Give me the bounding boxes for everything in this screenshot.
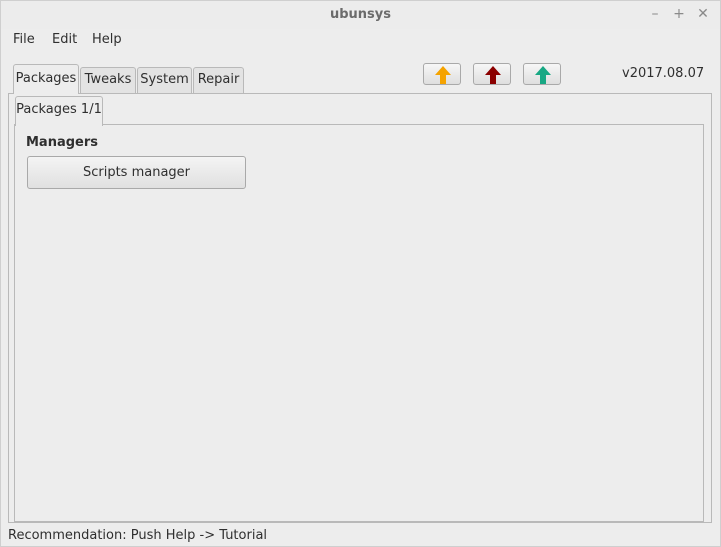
tab-tweaks[interactable]: Tweaks (80, 67, 136, 93)
window-title: ubunsys (329, 7, 392, 22)
app-window: ubunsys – + ✕ File Edit Help Packages Tw… (0, 0, 721, 547)
title-bar[interactable]: ubunsys – + ✕ (1, 1, 720, 29)
arrow-up-green-icon (535, 66, 551, 84)
managers-heading: Managers (26, 135, 99, 150)
minimize-button[interactable]: – (646, 5, 664, 23)
install-button[interactable] (523, 63, 561, 85)
menu-file[interactable]: File (13, 32, 35, 47)
upgrade-button[interactable] (473, 63, 511, 85)
tab-repair[interactable]: Repair (193, 67, 244, 93)
update-button[interactable] (423, 63, 461, 85)
arrow-up-orange-icon (435, 66, 451, 84)
tab-system[interactable]: System (137, 67, 192, 93)
menu-help[interactable]: Help (92, 32, 122, 47)
version-label: v2017.08.07 (622, 66, 705, 81)
maximize-button[interactable]: + (670, 5, 688, 23)
arrow-up-red-icon (485, 66, 501, 84)
close-button[interactable]: ✕ (694, 5, 712, 23)
tab-packages-1-1[interactable]: Packages 1/1 (15, 96, 103, 126)
scripts-manager-button[interactable]: Scripts manager (27, 156, 246, 189)
tab-packages[interactable]: Packages (13, 64, 79, 94)
status-bar-text: Recommendation: Push Help -> Tutorial (8, 528, 268, 543)
menu-bar: File Edit Help (1, 29, 720, 51)
menu-edit[interactable]: Edit (52, 32, 77, 47)
